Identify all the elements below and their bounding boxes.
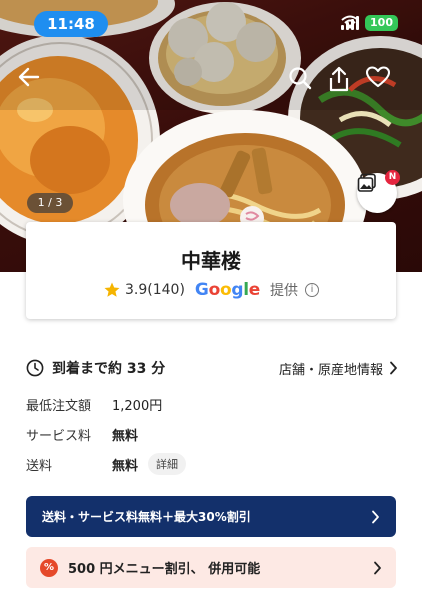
- delivery-eta: 到着まで約 33 分: [52, 361, 166, 377]
- store-info-card: 中華楼 3.9(140) Google 提供 i: [26, 222, 396, 319]
- free-delivery-promo-text: 送料・サービス料無料＋最大30%割引: [42, 510, 251, 524]
- delivery-eta-row: 到着まで約 33 分 店舗・原産地情報: [26, 357, 398, 379]
- min-order-value: 1,200円: [112, 398, 163, 414]
- min-order-label: 最低注文額: [26, 398, 92, 414]
- min-order-row: 最低注文額 1,200円: [26, 393, 162, 415]
- rating-value: 3.9(140): [125, 282, 185, 298]
- clock-icon: [26, 359, 44, 377]
- heart-icon: [366, 66, 390, 88]
- chevron-right-icon: [374, 561, 381, 574]
- service-fee-row: サービス料 無料: [26, 423, 138, 445]
- back-button[interactable]: [18, 66, 52, 100]
- wifi-icon: [341, 15, 359, 29]
- search-button[interactable]: [288, 66, 322, 100]
- chevron-right-icon: [390, 361, 397, 375]
- delivery-fee-label: 送料: [26, 458, 53, 474]
- store-name: 中華楼: [181, 249, 241, 273]
- share-icon: [329, 66, 349, 92]
- battery-indicator: 100: [365, 15, 398, 31]
- google-logo: Google: [194, 280, 260, 300]
- chevron-right-icon: [372, 510, 379, 523]
- share-button[interactable]: [327, 66, 361, 100]
- search-icon: [289, 67, 312, 90]
- free-delivery-promo-banner[interactable]: 送料・サービス料無料＋最大30%割引: [26, 496, 396, 537]
- percent-icon: %: [40, 558, 58, 577]
- photo-pager: 1 / 3: [27, 193, 73, 213]
- menu-discount-promo-banner[interactable]: % 500 円メニュー割引、 併用可能: [26, 547, 396, 588]
- store-origin-info-label: 店舗・原産地情報: [278, 362, 383, 378]
- arrow-left-icon: [18, 67, 40, 87]
- menu-discount-promo-text: 500 円メニュー割引、 併用可能: [68, 562, 261, 577]
- gallery-icon: [357, 173, 376, 192]
- rating-row[interactable]: 3.9(140) Google 提供 i: [26, 280, 396, 300]
- status-time: 11:48: [34, 11, 108, 37]
- favorite-button[interactable]: [366, 66, 400, 100]
- new-badge: N: [385, 170, 400, 185]
- star-icon: [104, 282, 120, 297]
- delivery-fee-value: 無料: [112, 458, 139, 474]
- delivery-fee-row: 送料 無料 詳細: [26, 453, 187, 475]
- service-fee-value: 無料: [112, 428, 139, 444]
- store-origin-info-link[interactable]: 店舗・原産地情報: [279, 359, 398, 378]
- provided-by-label: 提供: [270, 283, 298, 299]
- service-fee-label: サービス料: [26, 428, 92, 444]
- status-icons: 100: [341, 15, 398, 31]
- info-icon[interactable]: i: [305, 283, 319, 297]
- photo-gallery-button[interactable]: N: [357, 170, 400, 213]
- fee-detail-button[interactable]: 詳細: [148, 453, 187, 475]
